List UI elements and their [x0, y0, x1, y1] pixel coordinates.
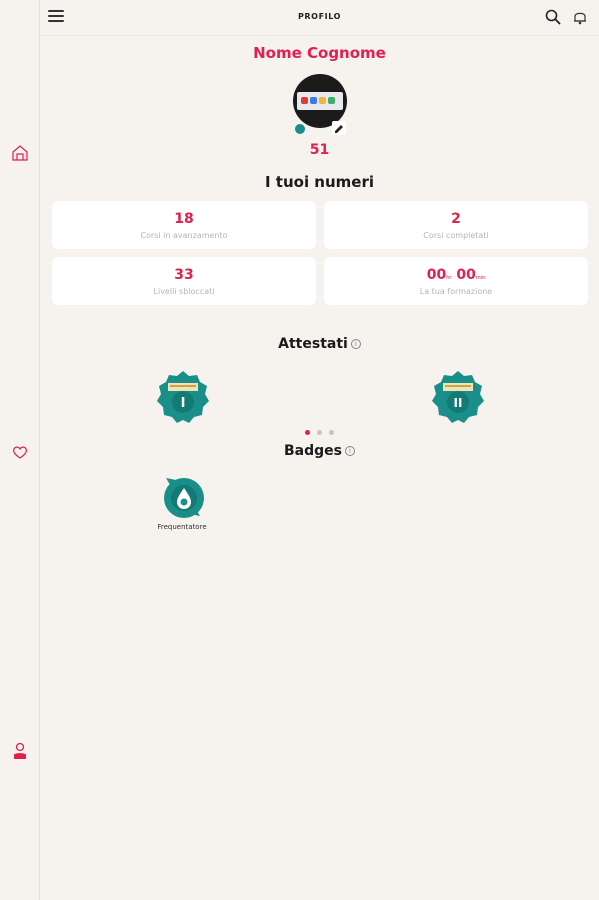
certificate-numeral: I	[181, 396, 186, 411]
edit-icon[interactable]	[332, 121, 346, 135]
page-title: PROFILO	[297, 12, 342, 21]
info-icon[interactable]: i	[350, 339, 361, 349]
stat-value: 2	[451, 211, 461, 227]
bell-icon[interactable]	[572, 9, 588, 25]
home-icon[interactable]	[11, 144, 29, 162]
hours-unit: hr	[446, 275, 452, 281]
stat-label: Corsi in avanzamento	[140, 231, 228, 240]
certificate-item[interactable]: I	[156, 370, 210, 424]
stat-value: 33	[174, 267, 194, 283]
badges-title: Badges i	[40, 443, 599, 459]
stat-value-time: 00hr 00min	[324, 267, 588, 283]
stat-value: 18	[174, 211, 194, 227]
minutes-value: 00	[456, 267, 476, 283]
level-badge-icon	[293, 122, 307, 136]
search-icon[interactable]	[545, 9, 561, 25]
sidebar	[0, 0, 40, 900]
stat-label: Livelli sbloccati	[153, 287, 215, 296]
profile-name: Nome Cognome	[253, 44, 386, 62]
hours-value: 00	[426, 267, 447, 283]
badge-frequentatore-icon[interactable]	[160, 474, 206, 520]
top-bar: PROFILO	[40, 0, 599, 36]
level-value: 51	[309, 142, 330, 158]
badge-label: Frequentatore	[157, 523, 207, 531]
minutes-unit: min	[475, 275, 486, 281]
certificate-numeral: II	[454, 396, 463, 410]
info-icon[interactable]: i	[345, 446, 355, 456]
user-icon[interactable]	[11, 742, 29, 760]
stat-card-training-time: 00hr 00min La tua formazione	[324, 257, 588, 305]
certificate-item[interactable]: II	[431, 370, 485, 424]
stat-label: Corsi completati	[423, 231, 489, 240]
stat-card-levels-unlocked: 33 Livelli sbloccati	[52, 257, 316, 305]
pagination-dot-active[interactable]	[305, 430, 310, 435]
heart-icon[interactable]	[11, 443, 29, 461]
pagination-dot[interactable]	[329, 430, 334, 435]
stat-card-courses-in-progress: 18 Corsi in avanzamento	[52, 201, 316, 249]
stat-label: La tua formazione	[419, 287, 493, 296]
attestati-title: Attestati i	[40, 336, 599, 352]
badges-label: Badges	[284, 443, 342, 459]
avatar[interactable]	[293, 74, 347, 128]
pagination-dot[interactable]	[317, 430, 322, 435]
stats-title: I tuoi numeri	[264, 173, 375, 191]
attestati-label: Attestati	[278, 336, 348, 352]
stat-card-courses-completed: 2 Corsi completati	[324, 201, 588, 249]
